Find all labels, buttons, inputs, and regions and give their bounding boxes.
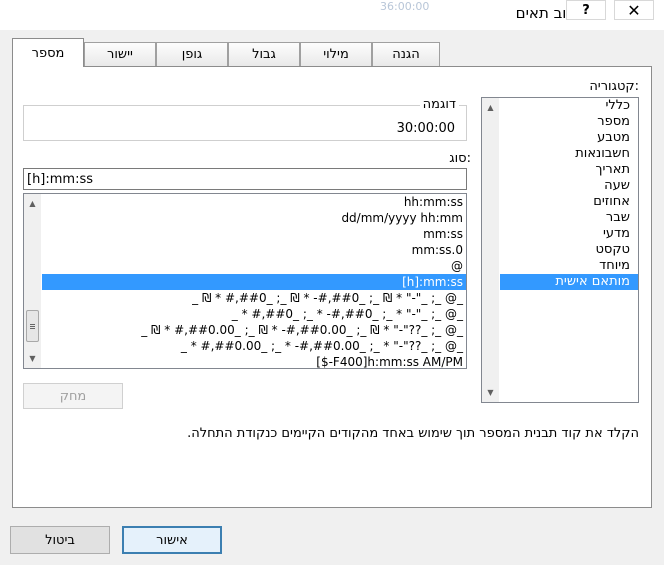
- category-item[interactable]: כללי: [500, 98, 638, 114]
- tab-panel: קטגוריה: ▲ ▼ כללי מספר מטבע חשבונאות תאר…: [12, 66, 652, 508]
- type-list[interactable]: ▲ ▼ hh:mm:ss dd/mm/yyyy hh:mm mm:ss mm:s…: [23, 193, 467, 369]
- category-item[interactable]: מדעי: [500, 226, 638, 242]
- category-item[interactable]: תאריך: [500, 162, 638, 178]
- type-item[interactable]: [$-F400]h:mm:ss AM/PM: [42, 354, 466, 368]
- category-item[interactable]: מספר: [500, 114, 638, 130]
- ok-button[interactable]: אישור: [122, 526, 222, 554]
- close-icon: ✕: [627, 0, 641, 20]
- description-text: הקלד את קוד תבנית המספר תוך שימוש באחד מ…: [187, 426, 639, 441]
- tab-number[interactable]: מספר: [12, 38, 84, 67]
- type-item[interactable]: _ ₪ * #,##0.00_ ;_ ₪ * -#,##0.00_ ;_ ₪ *…: [42, 322, 466, 338]
- tab-border[interactable]: גבול: [228, 42, 300, 66]
- type-item[interactable]: _ ₪ * #,##0_ ;_ ₪ * -#,##0_ ;_ ₪ * "-"_ …: [42, 290, 466, 306]
- category-item[interactable]: טקסט: [500, 242, 638, 258]
- scroll-up-icon[interactable]: ▲: [24, 195, 41, 212]
- category-list[interactable]: ▲ ▼ כללי מספר מטבע חשבונאות תאריך שעה אח…: [481, 97, 639, 403]
- tab-alignment[interactable]: יישור: [84, 42, 156, 66]
- tab-protection[interactable]: הגנה: [372, 42, 440, 66]
- type-scrollbar[interactable]: ▲ ▼: [24, 194, 41, 368]
- scroll-down-icon[interactable]: ▼: [24, 350, 41, 367]
- category-item[interactable]: חשבונאות: [500, 146, 638, 162]
- scroll-down-icon[interactable]: ▼: [482, 384, 499, 401]
- category-items: כללי מספר מטבע חשבונאות תאריך שעה אחוזים…: [500, 98, 638, 290]
- type-item[interactable]: hh:mm:ss: [42, 194, 466, 210]
- sample-value: 30:00:00: [396, 121, 455, 136]
- category-item[interactable]: שבר: [500, 210, 638, 226]
- category-item-selected[interactable]: מותאם אישית: [500, 274, 638, 290]
- type-item[interactable]: mm:ss.0: [42, 242, 466, 258]
- type-items: hh:mm:ss dd/mm/yyyy hh:mm mm:ss mm:ss.0 …: [42, 194, 466, 368]
- category-scrollbar[interactable]: ▲ ▼: [482, 98, 499, 402]
- type-item[interactable]: @: [42, 258, 466, 274]
- tab-font[interactable]: גופן: [156, 42, 228, 66]
- type-item[interactable]: mm:ss: [42, 226, 466, 242]
- background-cell-text: 36:00:00: [380, 0, 430, 13]
- category-item[interactable]: שעה: [500, 178, 638, 194]
- category-item[interactable]: מיוחד: [500, 258, 638, 274]
- type-item[interactable]: _ * #,##0_ ;_ * -#,##0_ ;_ * "-"_ ;_ @_: [42, 306, 466, 322]
- category-label: קטגוריה:: [589, 79, 639, 94]
- sample-label: דוגמה: [419, 97, 459, 112]
- scroll-up-icon[interactable]: ▲: [482, 99, 499, 116]
- help-icon: ?: [582, 2, 590, 18]
- delete-button[interactable]: מחק: [23, 383, 123, 409]
- scroll-thumb[interactable]: [26, 310, 39, 342]
- type-item[interactable]: dd/mm/yyyy hh:mm: [42, 210, 466, 226]
- tab-fill[interactable]: מילוי: [300, 42, 372, 66]
- help-button[interactable]: ?: [566, 0, 606, 20]
- type-item[interactable]: _ * #,##0.00_ ;_ * -#,##0.00_ ;_ * "-"??…: [42, 338, 466, 354]
- category-item[interactable]: אחוזים: [500, 194, 638, 210]
- type-item-selected[interactable]: [h]:mm:ss: [42, 274, 466, 290]
- close-button[interactable]: ✕: [614, 0, 654, 20]
- type-label: סוג:: [449, 151, 471, 166]
- cancel-button[interactable]: ביטול: [10, 526, 110, 554]
- category-item[interactable]: מטבע: [500, 130, 638, 146]
- type-input[interactable]: [23, 168, 467, 190]
